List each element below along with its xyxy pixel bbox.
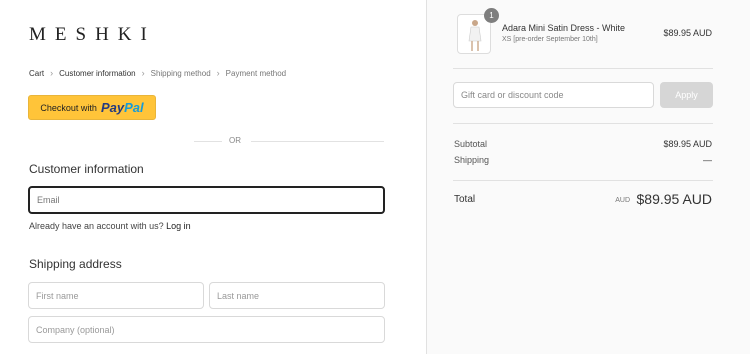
email-field[interactable]: Email xyxy=(28,186,385,214)
breadcrumb: Cart › Customer information › Shipping m… xyxy=(29,68,286,78)
last-name-field[interactable]: Last name xyxy=(209,282,385,309)
account-prompt: Already have an account with us? Log in xyxy=(29,221,191,231)
paypal-logo-pal: Pal xyxy=(124,100,144,115)
shipping-value: — xyxy=(703,155,712,165)
product-name: Adara Mini Satin Dress - White xyxy=(502,23,626,33)
breadcrumb-shipping-method: Shipping method xyxy=(150,68,211,78)
subtotal-value: $89.95 AUD xyxy=(663,139,712,149)
summary-divider xyxy=(453,68,713,69)
checkout-page: MESHKI Cart › Customer information › Shi… xyxy=(0,0,750,354)
paypal-button-label: Checkout with xyxy=(40,102,97,113)
product-price: $89.95 AUD xyxy=(663,28,712,38)
summary-divider xyxy=(453,123,713,124)
store-logo[interactable]: MESHKI xyxy=(29,24,156,46)
discount-code-field[interactable]: Gift card or discount code xyxy=(453,82,654,108)
or-label: OR xyxy=(229,136,241,145)
divider-line-left xyxy=(194,141,222,142)
shipping-address-title: Shipping address xyxy=(29,257,122,271)
paypal-checkout-button[interactable]: Checkout with PayPal xyxy=(28,95,156,120)
breadcrumb-payment-method: Payment method xyxy=(225,68,287,78)
first-name-field[interactable]: First name xyxy=(28,282,204,309)
total-label: Total xyxy=(454,194,476,205)
quantity-badge: 1 xyxy=(484,8,499,23)
total-currency: AUD xyxy=(615,197,630,204)
first-name-placeholder: First name xyxy=(36,290,79,301)
chevron-right-icon: › xyxy=(141,68,145,78)
chevron-right-icon: › xyxy=(50,68,54,78)
divider-line-right xyxy=(251,141,384,142)
customer-information-title: Customer information xyxy=(29,162,144,176)
subtotal-label: Subtotal xyxy=(454,139,488,149)
total-value: $89.95 AUD xyxy=(636,191,713,207)
shipping-label: Shipping xyxy=(454,155,490,165)
email-placeholder: Email xyxy=(37,195,60,205)
login-link[interactable]: Log in xyxy=(166,221,191,231)
or-divider: OR xyxy=(29,136,384,146)
chevron-right-icon: › xyxy=(216,68,220,78)
order-summary: 1 Adara Mini Satin Dress - White XS [pre… xyxy=(426,0,750,354)
summary-divider xyxy=(453,180,713,181)
company-field[interactable]: Company (optional) xyxy=(28,316,385,343)
product-variant: XS [pre-order September 10th] xyxy=(502,36,598,43)
breadcrumb-cart[interactable]: Cart xyxy=(29,69,44,78)
discount-code-placeholder: Gift card or discount code xyxy=(461,90,564,100)
last-name-placeholder: Last name xyxy=(217,290,260,301)
apply-discount-button[interactable]: Apply xyxy=(660,82,713,108)
company-placeholder: Company (optional) xyxy=(36,324,115,335)
paypal-logo-pay: Pay xyxy=(100,100,125,115)
checkout-main: MESHKI Cart › Customer information › Shi… xyxy=(0,0,426,354)
breadcrumb-customer-information: Customer information xyxy=(59,68,136,78)
paypal-logo: PayPal xyxy=(101,100,144,115)
account-prompt-text: Already have an account with us? xyxy=(29,221,164,231)
